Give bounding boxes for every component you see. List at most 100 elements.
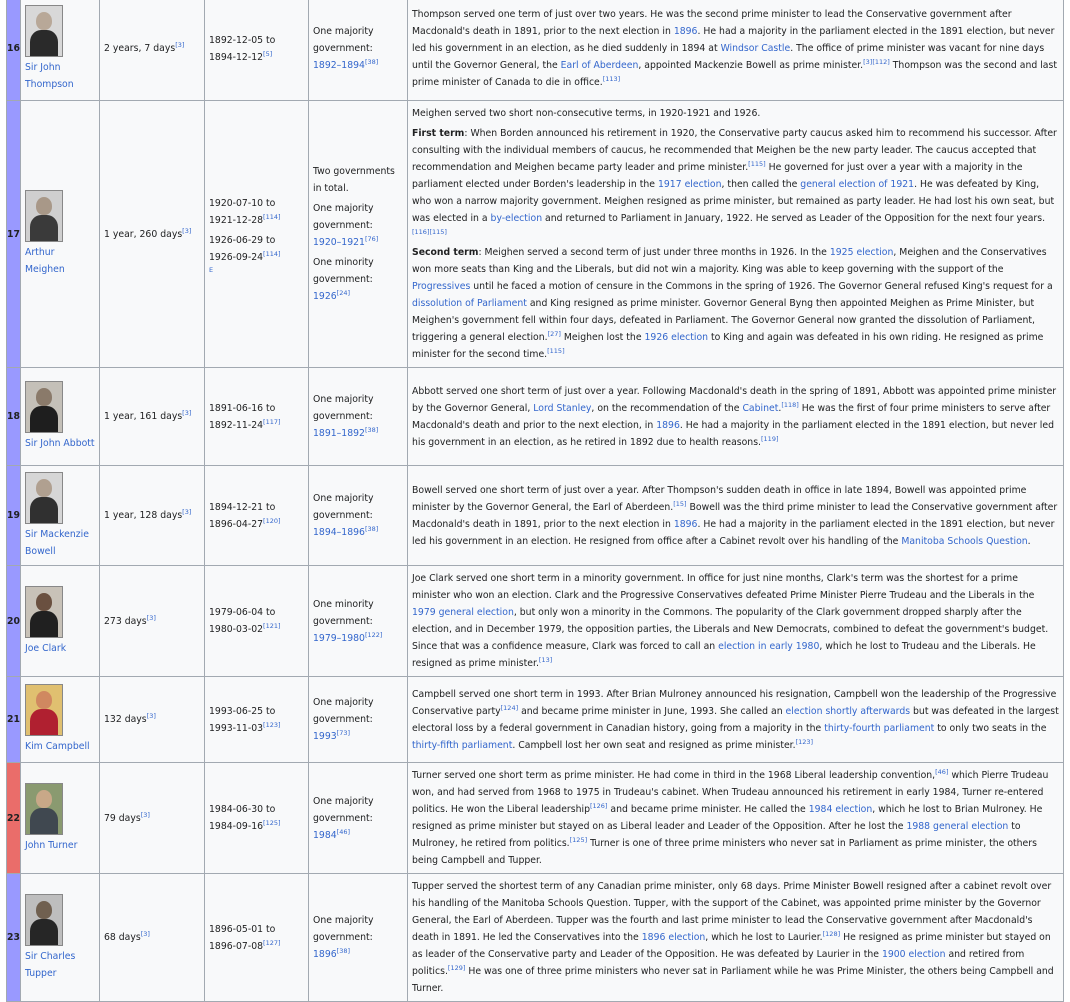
article-link[interactable]: dissolution of Parliament — [412, 298, 527, 309]
article-link[interactable]: Windsor Castle — [721, 43, 791, 54]
citation-link[interactable]: [46] — [337, 827, 350, 835]
citation-link[interactable]: [38] — [337, 947, 350, 955]
citation-link[interactable]: [123] — [263, 720, 280, 728]
citation-link[interactable]: [114] — [263, 249, 280, 257]
article-link[interactable]: 1984 election — [809, 804, 873, 815]
pm-name-link[interactable]: Sir John Abbott — [25, 438, 95, 449]
citation-link[interactable]: [124] — [501, 703, 518, 711]
portrait-photo-icon[interactable] — [25, 684, 63, 736]
portrait-photo-icon[interactable] — [25, 4, 63, 57]
article-link[interactable]: 1979 general election — [412, 607, 514, 618]
term-description: Bowell served one short term of just ove… — [407, 465, 1064, 566]
article-link[interactable]: Lord Stanley — [533, 403, 591, 414]
citation-link[interactable]: [3] — [182, 226, 191, 234]
citation-link[interactable]: [38] — [365, 525, 378, 533]
citation-link[interactable]: [123] — [796, 737, 813, 745]
article-link[interactable]: Cabinet — [742, 403, 778, 414]
portrait-photo-icon[interactable] — [25, 782, 63, 835]
citation-link[interactable]: [117] — [263, 417, 280, 425]
article-link[interactable]: 1896 — [656, 420, 680, 431]
article-link[interactable]: thirty-fifth parliament — [412, 740, 512, 751]
article-link[interactable]: 1988 general election — [906, 821, 1008, 832]
pm-name-link[interactable]: Joe Clark — [25, 643, 66, 654]
citation-link[interactable]: [121] — [263, 622, 280, 630]
article-link[interactable]: 1926 election — [645, 332, 709, 343]
article-link[interactable]: 1896 election — [642, 932, 706, 943]
pm-name-link[interactable]: Sir John Thompson — [25, 62, 74, 90]
portrait-photo-icon[interactable] — [25, 471, 63, 524]
extra-marker[interactable]: E — [209, 266, 304, 274]
citation-link[interactable]: [127] — [263, 938, 280, 946]
government-years-link[interactable]: 1892–1894 — [313, 60, 365, 71]
portrait-photo-icon[interactable] — [25, 381, 63, 433]
citation-link[interactable]: [3] — [182, 508, 191, 516]
article-link[interactable]: 1917 election — [658, 179, 722, 190]
citation-link[interactable]: [115] — [748, 160, 765, 168]
portrait-cell: Joe Clark — [20, 565, 100, 677]
portrait-photo-icon[interactable] — [25, 893, 63, 946]
portrait-photo-icon[interactable] — [25, 585, 63, 638]
pm-name-link[interactable]: John Turner — [25, 840, 77, 851]
article-link[interactable]: general election of 1921 — [800, 179, 914, 190]
government-years-link[interactable]: 1894–1896 — [313, 527, 365, 538]
citation-link[interactable]: [114] — [263, 212, 280, 220]
pm-name-link[interactable]: Sir Mackenzie Bowell — [25, 529, 89, 557]
article-link[interactable]: 1900 election — [882, 949, 946, 960]
citation-link[interactable]: [3] — [141, 810, 150, 818]
citation-link[interactable]: [3][112] — [863, 58, 890, 66]
citation-link[interactable]: [128] — [823, 930, 840, 938]
article-link[interactable]: thirty-fourth parliament — [824, 723, 934, 734]
government-years-link[interactable]: 1920–1921 — [313, 237, 365, 248]
government-item: One majority government: 1891–1892[38] — [313, 391, 403, 442]
citation-link[interactable]: [126] — [590, 802, 607, 810]
citation-link[interactable]: [24] — [337, 289, 350, 297]
citation-link[interactable]: [113] — [603, 75, 620, 83]
citation-link[interactable]: [120] — [263, 516, 280, 524]
pm-name-link[interactable]: Arthur Meighen — [25, 247, 65, 275]
citation-link[interactable]: [125] — [570, 836, 587, 844]
citation-link[interactable]: [46] — [935, 768, 948, 776]
citation-link[interactable]: [3] — [141, 930, 150, 938]
article-link[interactable]: Manitoba Schools Question — [901, 536, 1027, 547]
article-link[interactable]: Progressives — [412, 281, 470, 292]
citation-link[interactable]: [5] — [263, 49, 272, 57]
citation-link[interactable]: [116][115] — [412, 228, 447, 236]
citation-link[interactable]: [15] — [673, 499, 686, 507]
term-length: 1 year, 260 days — [104, 228, 183, 240]
article-link[interactable]: Earl of Aberdeen — [561, 60, 639, 71]
article-link[interactable]: by-election — [491, 213, 543, 224]
citation-link[interactable]: [115] — [547, 347, 564, 355]
citation-link[interactable]: [13] — [539, 656, 552, 664]
citation-link[interactable]: [3] — [175, 41, 184, 49]
government-years-link[interactable]: 1984 — [313, 830, 337, 841]
citation-link[interactable]: [3] — [147, 613, 156, 621]
article-link[interactable]: election in early 1980 — [718, 641, 819, 652]
government-years-link[interactable]: 1979–1980 — [313, 633, 365, 644]
portrait-photo-icon[interactable] — [25, 190, 63, 242]
pm-name-link[interactable]: Kim Campbell — [25, 741, 90, 752]
citation-link[interactable]: [3] — [182, 409, 191, 417]
citation-link[interactable]: [76] — [365, 235, 378, 243]
government-years-link[interactable]: 1896 — [313, 949, 337, 960]
citation-link[interactable]: [119] — [761, 434, 778, 442]
citation-link[interactable]: [38] — [365, 58, 378, 66]
citation-link[interactable]: [129] — [448, 964, 465, 972]
government-years-link[interactable]: 1891–1892 — [313, 428, 365, 439]
portrait-cell: Sir Charles Tupper — [20, 873, 100, 1002]
pm-name-link[interactable]: Sir Charles Tupper — [25, 951, 75, 979]
citation-link[interactable]: [3] — [147, 712, 156, 720]
article-link[interactable]: election shortly afterwards — [786, 706, 911, 717]
citation-link[interactable]: [27] — [548, 330, 561, 338]
government-years-link[interactable]: 1926 — [313, 291, 337, 302]
portrait-cell: Sir Mackenzie Bowell — [20, 465, 100, 566]
citation-link[interactable]: [122] — [365, 630, 382, 638]
citation-link[interactable]: [118] — [781, 400, 798, 408]
article-link[interactable]: 1896 — [674, 519, 698, 530]
citation-link[interactable]: [125] — [263, 819, 280, 827]
article-link[interactable]: 1896 — [674, 26, 698, 37]
citation-link[interactable]: [38] — [365, 426, 378, 434]
citation-link[interactable]: [73] — [337, 729, 350, 737]
government-years-link[interactable]: 1993 — [313, 731, 337, 742]
article-link[interactable]: 1925 election — [830, 247, 894, 258]
term-length: 68 days — [104, 932, 141, 943]
